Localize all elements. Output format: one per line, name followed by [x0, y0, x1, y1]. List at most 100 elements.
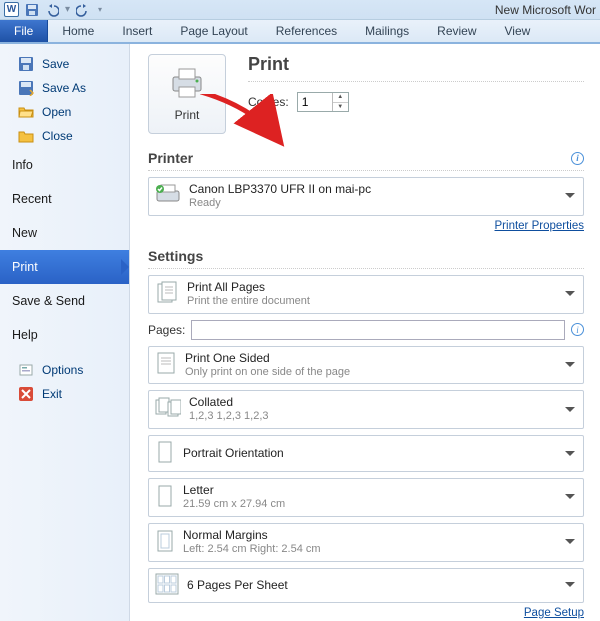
sidebar-item-close[interactable]: Close [0, 124, 129, 148]
collate-selector[interactable]: Collated 1,2,3 1,2,3 1,2,3 [148, 390, 584, 429]
backstage: Save Save As Open Close Info Recent New … [0, 44, 600, 621]
title-bar: W ▾ ▾ New Microsoft Wor [0, 0, 600, 20]
printer-selector[interactable]: Canon LBP3370 UFR II on mai-pc Ready [148, 177, 584, 216]
options-icon [18, 362, 34, 378]
chevron-down-icon [565, 407, 575, 417]
printer-status: Ready [189, 197, 577, 211]
tab-review[interactable]: Review [423, 20, 490, 42]
collate-line2: 1,2,3 1,2,3 1,2,3 [189, 410, 577, 424]
sides-selector[interactable]: Print One Sided Only print on one side o… [148, 346, 584, 385]
sidebar-item-save-as[interactable]: Save As [0, 76, 129, 100]
tab-page-layout[interactable]: Page Layout [166, 20, 261, 42]
sidebar-item-new[interactable]: New [0, 216, 129, 250]
page-single-icon [155, 351, 177, 378]
backstage-sidebar: Save Save As Open Close Info Recent New … [0, 44, 130, 621]
sidebar-item-help[interactable]: Help [0, 318, 129, 352]
chevron-down-icon [565, 193, 575, 203]
collated-icon [155, 397, 181, 422]
window-title: New Microsoft Wor [495, 3, 596, 17]
margins-line2: Left: 2.54 cm Right: 2.54 cm [183, 543, 577, 557]
settings-section-title: Settings [148, 248, 203, 264]
print-button[interactable]: Print [148, 54, 226, 134]
sidebar-label: New [12, 226, 37, 240]
print-range-line2: Print the entire document [187, 295, 577, 309]
sidebar-item-options[interactable]: Options [0, 358, 129, 382]
paper-line1: Letter [183, 483, 577, 498]
undo-icon[interactable] [45, 3, 59, 17]
printer-section-title: Printer [148, 150, 193, 166]
sidebar-label: Open [42, 105, 71, 119]
ribbon: File Home Insert Page Layout References … [0, 20, 600, 44]
sides-line1: Print One Sided [185, 351, 577, 366]
spinner-up-icon[interactable]: ▲ [333, 93, 348, 103]
copies-spinner[interactable]: ▲ ▼ [297, 92, 349, 112]
spinner-down-icon[interactable]: ▼ [333, 103, 348, 112]
word-app-icon[interactable]: W [4, 2, 19, 17]
sidebar-item-save[interactable]: Save [0, 52, 129, 76]
paper-line2: 21.59 cm x 27.94 cm [183, 498, 577, 512]
print-range-line1: Print All Pages [187, 280, 577, 295]
chevron-down-icon [565, 291, 575, 301]
collate-line1: Collated [189, 395, 577, 410]
print-range-selector[interactable]: Print All Pages Print the entire documen… [148, 275, 584, 314]
save-icon [18, 56, 34, 72]
sidebar-label: Options [42, 363, 83, 377]
pages-label: Pages: [148, 323, 185, 337]
info-icon[interactable]: i [571, 152, 584, 165]
print-panel: Print Print Copies: ▲ ▼ [130, 44, 600, 621]
sidebar-item-recent[interactable]: Recent [0, 182, 129, 216]
margins-icon [155, 529, 175, 556]
printer-ready-icon [155, 184, 181, 209]
sidebar-label: Print [12, 260, 38, 274]
chevron-down-icon [565, 494, 575, 504]
margins-line1: Normal Margins [183, 528, 577, 543]
sidebar-label: Save & Send [12, 294, 85, 308]
portrait-icon [155, 440, 175, 467]
sidebar-item-print[interactable]: Print [0, 250, 129, 284]
redo-icon[interactable] [76, 3, 90, 17]
chevron-down-icon [565, 451, 575, 461]
tab-home[interactable]: Home [48, 20, 108, 42]
tab-insert[interactable]: Insert [108, 20, 166, 42]
printer-properties-link[interactable]: Printer Properties [148, 220, 584, 232]
margins-selector[interactable]: Normal Margins Left: 2.54 cm Right: 2.54… [148, 523, 584, 562]
sidebar-item-exit[interactable]: Exit [0, 382, 129, 406]
folder-open-icon [18, 104, 34, 120]
qat-sep: ▾ [65, 4, 70, 15]
tab-view[interactable]: View [491, 20, 545, 42]
tab-references[interactable]: References [262, 20, 351, 42]
sidebar-label: Close [42, 129, 73, 143]
paper-icon [155, 484, 175, 511]
chevron-down-icon [565, 362, 575, 372]
tab-mailings[interactable]: Mailings [351, 20, 423, 42]
pps-line1: 6 Pages Per Sheet [187, 578, 577, 593]
sidebar-item-open[interactable]: Open [0, 100, 129, 124]
print-button-label: Print [175, 108, 200, 122]
sidebar-label: Info [12, 158, 33, 172]
sidebar-label: Save As [42, 81, 86, 95]
sidebar-label: Exit [42, 387, 62, 401]
save-icon[interactable] [25, 3, 39, 17]
pages-input[interactable] [191, 320, 565, 340]
folder-close-icon [18, 128, 34, 144]
info-icon[interactable]: i [571, 323, 584, 336]
save-as-icon [18, 80, 34, 96]
sidebar-item-info[interactable]: Info [0, 148, 129, 182]
quick-access-toolbar: W ▾ ▾ [4, 2, 102, 17]
sidebar-item-save-send[interactable]: Save & Send [0, 284, 129, 318]
sidebar-label: Recent [12, 192, 52, 206]
qat-customize-icon[interactable]: ▾ [98, 5, 102, 14]
sides-line2: Only print on one side of the page [185, 366, 577, 380]
copies-input[interactable] [298, 93, 332, 111]
orientation-selector[interactable]: Portrait Orientation [148, 435, 584, 472]
page-setup-link[interactable]: Page Setup [148, 607, 584, 619]
exit-icon [18, 386, 34, 402]
tab-file[interactable]: File [0, 20, 48, 42]
print-title: Print [248, 54, 584, 82]
pages-stack-icon [155, 281, 179, 308]
orientation-line1: Portrait Orientation [183, 446, 577, 461]
chevron-down-icon [565, 539, 575, 549]
pages-per-sheet-selector[interactable]: 6 Pages Per Sheet [148, 568, 584, 603]
paper-size-selector[interactable]: Letter 21.59 cm x 27.94 cm [148, 478, 584, 517]
pages-per-sheet-icon [155, 573, 179, 598]
